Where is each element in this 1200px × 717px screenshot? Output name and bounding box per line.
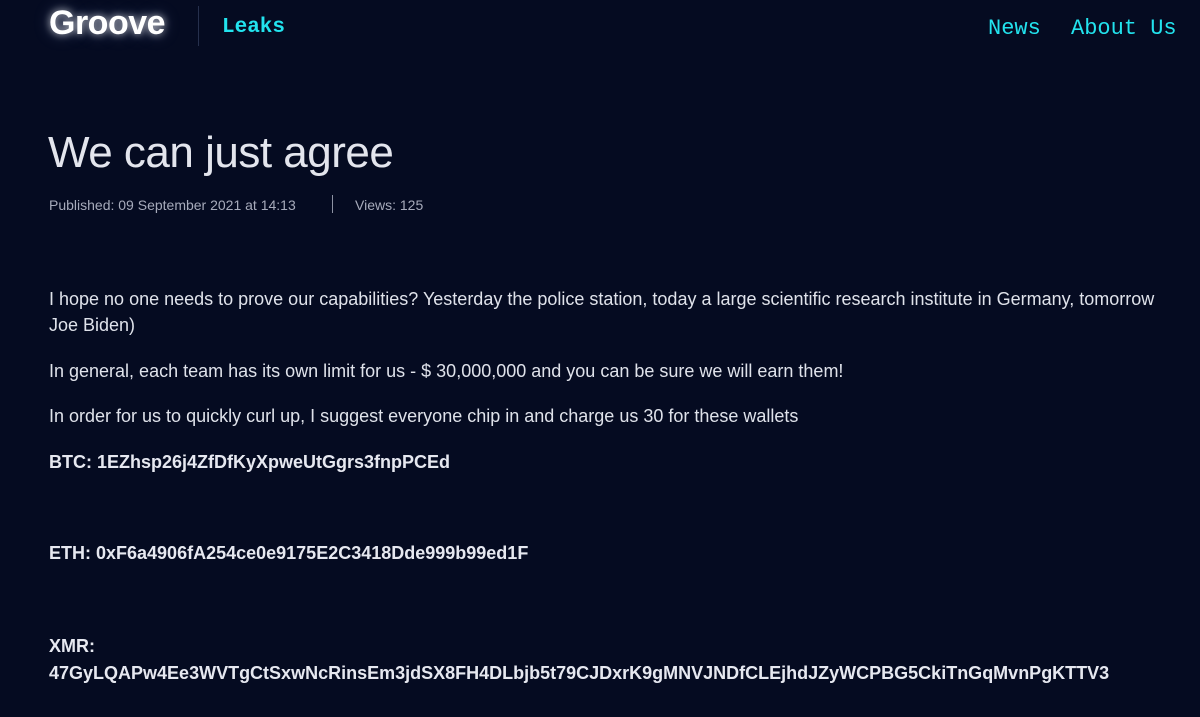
published-date: Published: 09 September 2021 at 14:13 <box>49 197 296 213</box>
view-count: Views: 125 <box>355 197 424 213</box>
nav-link-about-us[interactable]: About Us <box>1071 16 1177 41</box>
site-logo[interactable]: Groove <box>49 4 166 43</box>
xmr-wallet-address: 47GyLQAPw4Ee3WVTgCtSxwNcRinsEm3jdSX8FH4D… <box>49 663 1110 683</box>
nav-divider <box>198 6 199 46</box>
post-title: We can just agree <box>48 128 394 177</box>
nav-link-news[interactable]: News <box>988 16 1041 41</box>
xmr-wallet-label: XMR: <box>49 636 95 656</box>
nav-link-leaks[interactable]: Leaks <box>222 16 285 39</box>
post-paragraph: I hope no one needs to prove our capabil… <box>49 289 1155 335</box>
meta-divider <box>332 195 333 213</box>
post-paragraph: In order for us to quickly curl up, I su… <box>49 406 799 426</box>
top-navigation: Groove Leaks News About Us <box>0 0 1200 56</box>
btc-wallet-address: BTC: 1EZhsp26j4ZfDfKyXpweUtGgrs3fnpPCEd <box>49 452 451 472</box>
post-paragraph: In general, each team has its own limit … <box>49 361 844 381</box>
eth-wallet-address: ETH: 0xF6a4906fA254ce0e9175E2C3418Dde999… <box>49 543 529 563</box>
